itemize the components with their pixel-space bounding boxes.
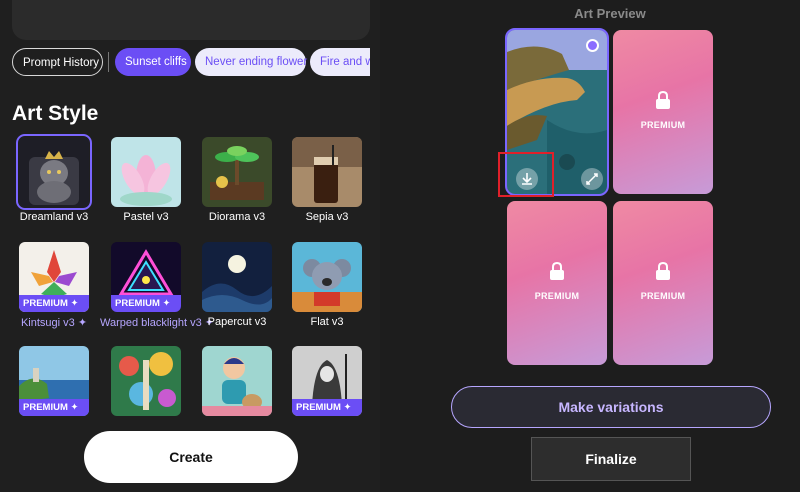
premium-badge: PREMIUM ✦ bbox=[19, 399, 89, 416]
premium-badge: PREMIUM ✦ bbox=[19, 295, 89, 312]
expand-icon[interactable] bbox=[581, 168, 603, 190]
koala-image bbox=[292, 242, 362, 312]
tile-label: Dreamland v3 bbox=[19, 211, 89, 223]
left-panel: Prompt History Sunset cliffs Never endin… bbox=[0, 0, 380, 492]
style-tile-coastal[interactable]: PREMIUM ✦ bbox=[8, 346, 100, 420]
dreamland-thumbnail bbox=[16, 134, 92, 210]
preview-card-premium-3[interactable]: PREMIUM bbox=[613, 201, 713, 365]
premium-label: PREMIUM bbox=[640, 120, 686, 130]
chip-fire-and-water[interactable]: Fire and wa bbox=[310, 48, 370, 76]
style-tile-diorama[interactable]: Diorama v3 bbox=[191, 137, 283, 223]
garden-painting-image bbox=[111, 346, 181, 416]
reaper-thumbnail: PREMIUM ✦ bbox=[292, 346, 362, 416]
style-tile-garden[interactable] bbox=[100, 346, 192, 420]
style-tile-pastel[interactable]: Pastel v3 bbox=[100, 137, 192, 223]
palm-diorama-image bbox=[202, 137, 272, 207]
lock-icon bbox=[550, 261, 564, 280]
chip-sunset-cliffs[interactable]: Sunset cliffs bbox=[115, 48, 191, 76]
character-thumbnail bbox=[202, 346, 272, 416]
tile-label: Flat v3 bbox=[310, 316, 344, 328]
papercut-moon-image bbox=[202, 242, 272, 312]
warped-blacklight-thumbnail: PREMIUM ✦ bbox=[111, 242, 181, 312]
lock-icon bbox=[656, 90, 670, 109]
diorama-thumbnail bbox=[202, 137, 272, 207]
create-button[interactable]: Create bbox=[84, 431, 298, 483]
tile-label: Warped blacklight v3 ✦ bbox=[100, 317, 214, 329]
selected-indicator[interactable] bbox=[586, 39, 599, 52]
drink-image bbox=[292, 137, 362, 207]
style-tile-kintsugi[interactable]: PREMIUM ✦ Kintsugi v3 ✦ bbox=[8, 242, 100, 329]
lotus-image bbox=[111, 137, 181, 207]
coastal-thumbnail: PREMIUM ✦ bbox=[19, 346, 89, 416]
finalize-button[interactable]: Finalize bbox=[531, 437, 691, 481]
premium-label: PREMIUM bbox=[640, 291, 686, 301]
style-tile-flat[interactable]: Flat v3 bbox=[281, 242, 373, 328]
premium-badge: PREMIUM ✦ bbox=[111, 295, 181, 312]
preview-card-premium-1[interactable]: PREMIUM bbox=[613, 30, 713, 194]
style-tile-papercut[interactable]: Papercut v3 bbox=[191, 242, 283, 328]
lock-icon bbox=[656, 261, 670, 280]
prompt-history-button[interactable]: Prompt History bbox=[12, 48, 103, 76]
prompt-input-area[interactable] bbox=[12, 0, 370, 40]
style-tile-dreamland[interactable]: Dreamland v3 bbox=[8, 134, 100, 223]
art-style-heading: Art Style bbox=[12, 102, 99, 125]
premium-label: PREMIUM bbox=[534, 291, 580, 301]
style-tile-reaper[interactable]: PREMIUM ✦ bbox=[281, 346, 373, 420]
tile-label: Kintsugi v3 ✦ bbox=[20, 317, 88, 329]
chip-divider bbox=[108, 52, 109, 72]
garden-thumbnail bbox=[111, 346, 181, 416]
style-tile-character[interactable] bbox=[191, 346, 283, 420]
character-dog-image bbox=[202, 346, 272, 416]
kintsugi-thumbnail: PREMIUM ✦ bbox=[19, 242, 89, 312]
chip-never-ending-flower[interactable]: Never ending flower bbox=[195, 48, 307, 76]
tile-label: Sepia v3 bbox=[305, 211, 349, 223]
preview-card-premium-2[interactable]: PREMIUM bbox=[507, 201, 607, 365]
tile-label: Papercut v3 bbox=[207, 316, 267, 328]
premium-badge: PREMIUM ✦ bbox=[292, 399, 362, 416]
tile-label: Pastel v3 bbox=[123, 211, 169, 223]
make-variations-button[interactable]: Make variations bbox=[451, 386, 771, 428]
style-tile-sepia[interactable]: Sepia v3 bbox=[281, 137, 373, 223]
download-highlight-box bbox=[498, 152, 554, 197]
tile-label: Diorama v3 bbox=[208, 211, 266, 223]
papercut-thumbnail bbox=[202, 242, 272, 312]
art-preview-title: Art Preview bbox=[574, 6, 646, 21]
cat-king-image bbox=[19, 137, 89, 207]
prompt-chips-row: Prompt History Sunset cliffs Never endin… bbox=[12, 48, 370, 78]
style-tile-warped-blacklight[interactable]: PREMIUM ✦ Warped blacklight v3 ✦ bbox=[100, 242, 214, 329]
flat-thumbnail bbox=[292, 242, 362, 312]
sepia-thumbnail bbox=[292, 137, 362, 207]
pastel-thumbnail bbox=[111, 137, 181, 207]
